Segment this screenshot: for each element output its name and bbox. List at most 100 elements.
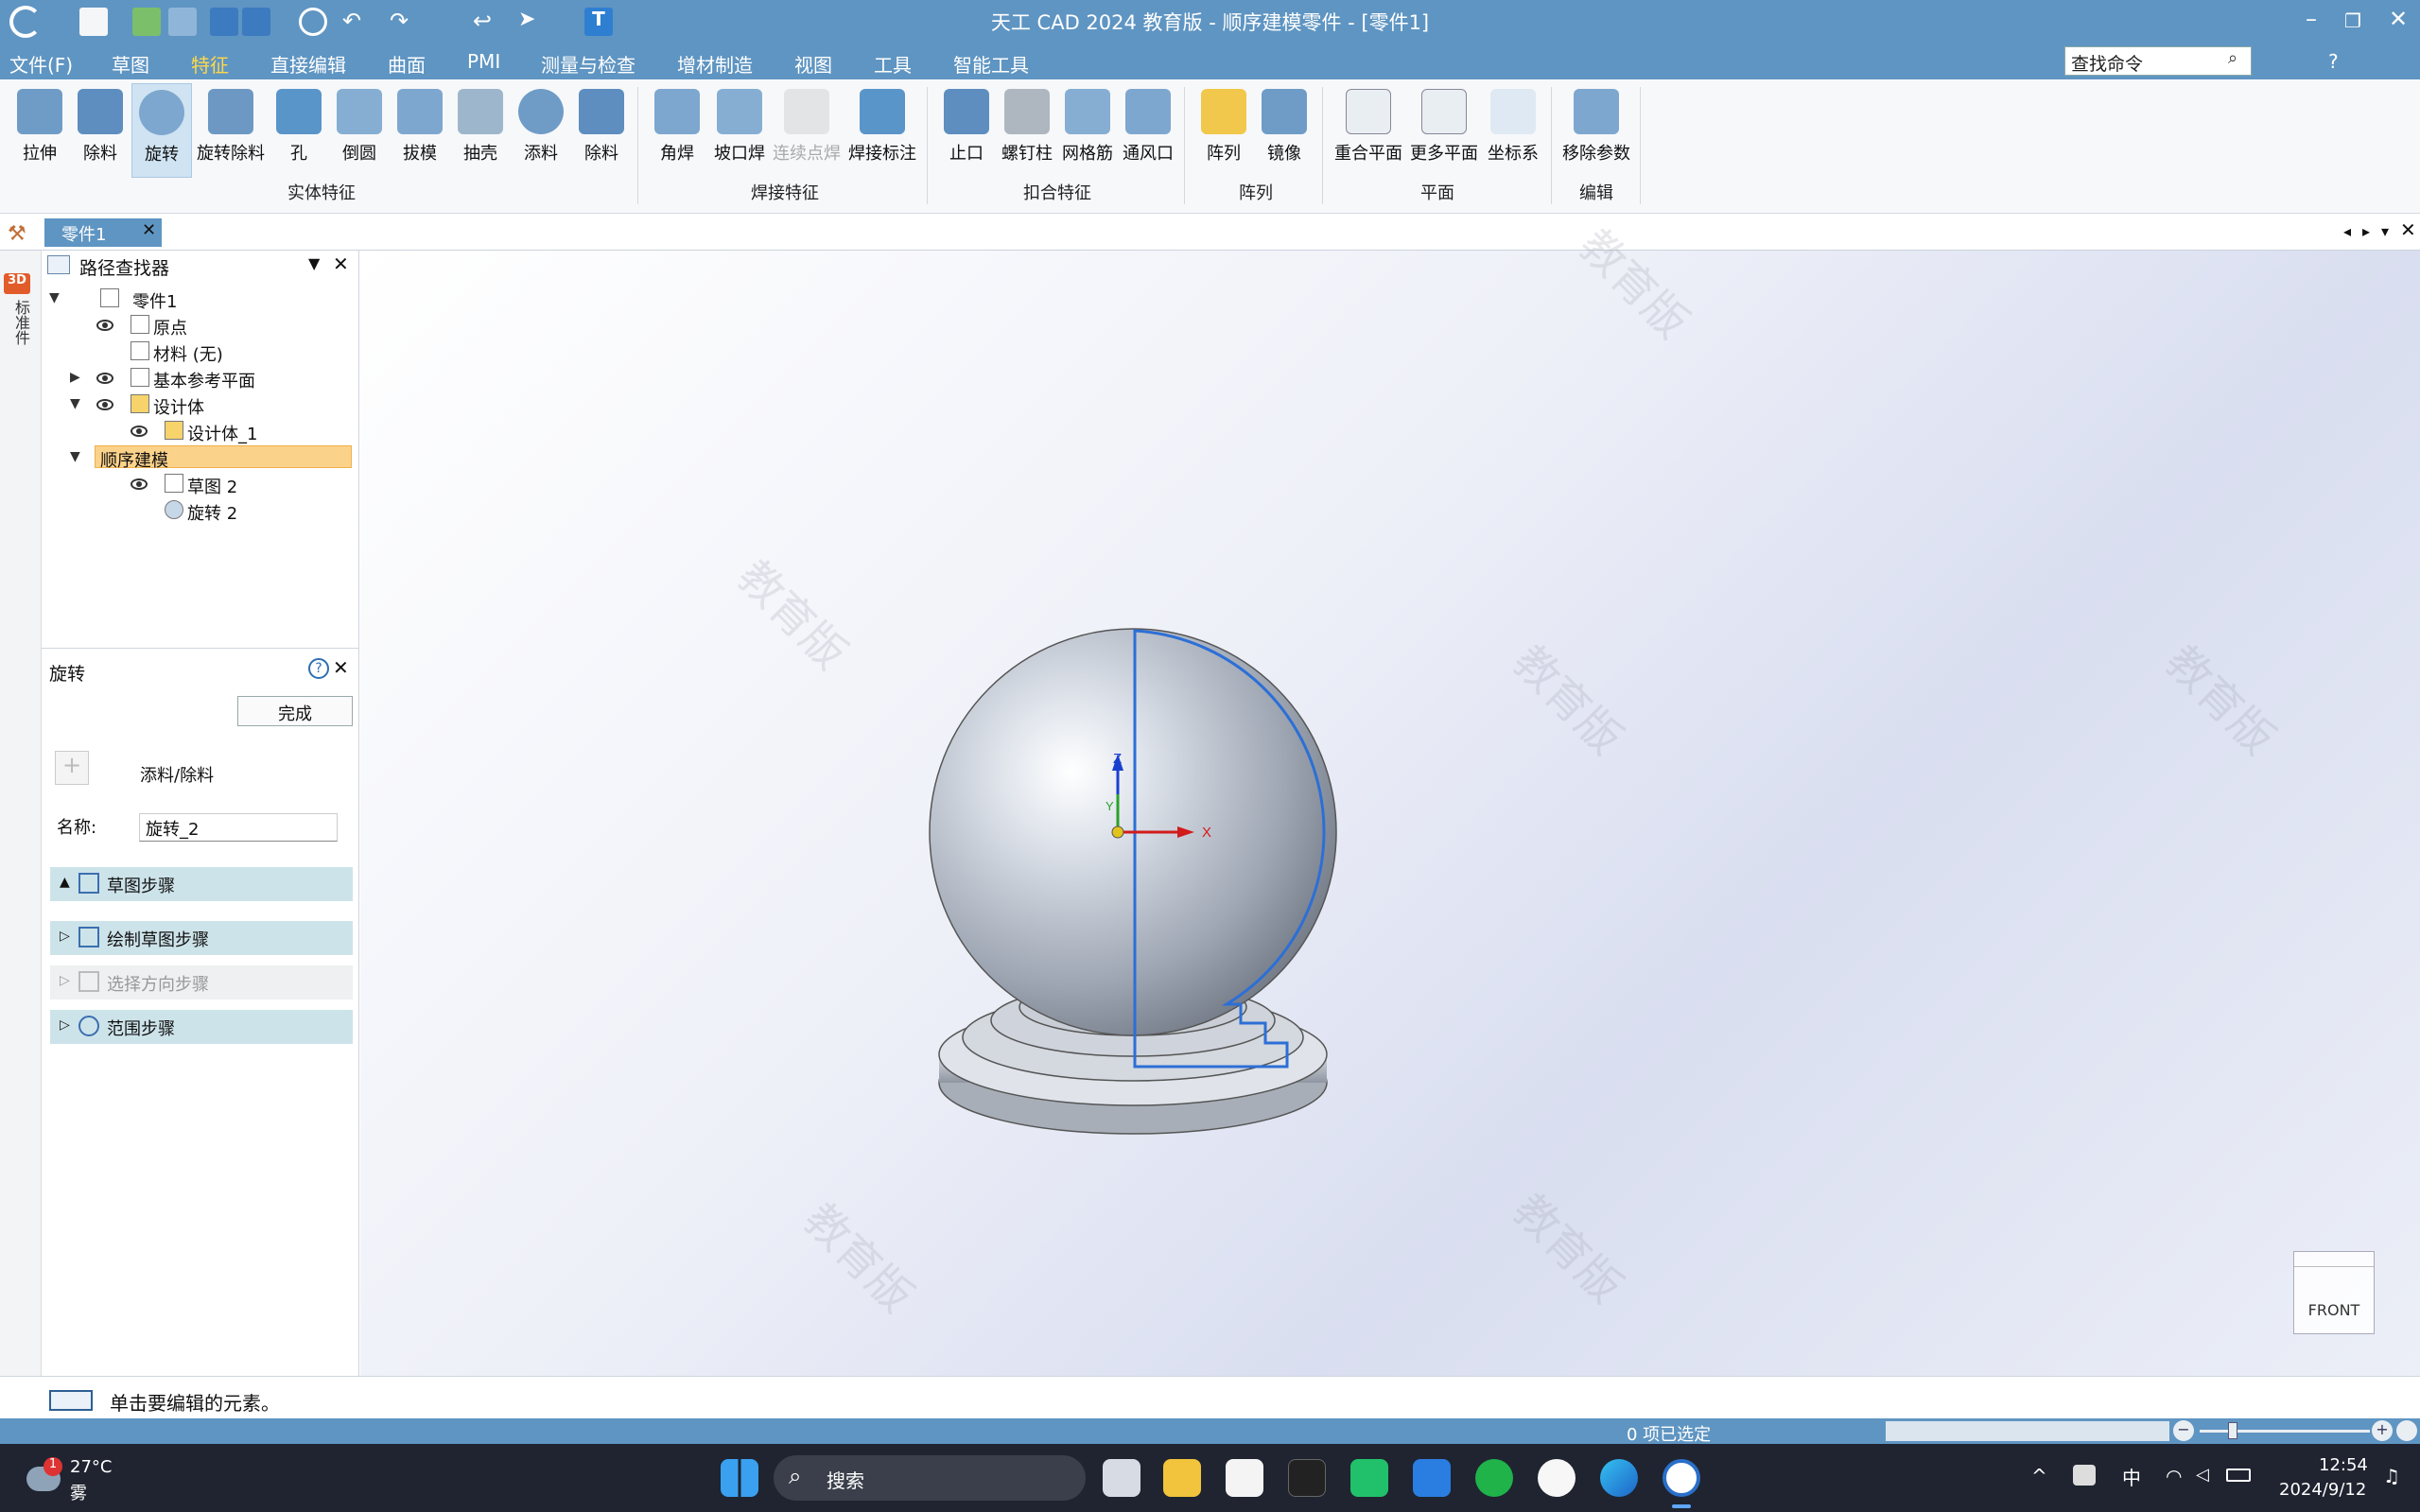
more-planes-button[interactable]: 更多平面: [1407, 83, 1481, 178]
battery-icon[interactable]: [2226, 1469, 2251, 1482]
app-green-icon[interactable]: [1350, 1459, 1388, 1497]
hole-button[interactable]: 孔: [269, 83, 329, 178]
step-sketch[interactable]: ▲ 草图步骤: [50, 867, 353, 901]
coordinate-system-button[interactable]: 坐标系: [1483, 83, 1543, 178]
menu-features[interactable]: 特征: [191, 50, 229, 78]
step-extent[interactable]: ▷ 范围步骤: [50, 1010, 353, 1044]
eye-icon[interactable]: [131, 426, 148, 437]
finish-button[interactable]: 完成: [237, 696, 353, 726]
menu-measure-inspect[interactable]: 测量与检查: [541, 50, 635, 78]
menu-direct-edit[interactable]: 直接编辑: [270, 50, 346, 78]
tab-nav-right-icon[interactable]: ▸: [2362, 222, 2370, 240]
tree-node-revolve2[interactable]: 旋转 2: [49, 498, 352, 524]
volume-icon[interactable]: ◁: [2196, 1465, 2209, 1485]
eye-icon[interactable]: [96, 399, 113, 410]
file-explorer-icon[interactable]: [1163, 1459, 1201, 1497]
close-panel-icon[interactable]: ✕: [333, 252, 349, 275]
edge-icon[interactable]: [1600, 1459, 1638, 1497]
weld-annotation-button[interactable]: 焊接标注: [845, 83, 919, 178]
add-remove-toggle-icon[interactable]: +: [55, 751, 89, 785]
remove-parameters-button[interactable]: 移除参数: [1558, 83, 1634, 178]
minimize-button[interactable]: –: [2292, 6, 2330, 32]
tray-chevron-icon[interactable]: ^: [2031, 1465, 2047, 1487]
fit-icon[interactable]: [2396, 1420, 2417, 1441]
start-windows-icon[interactable]: [721, 1459, 758, 1497]
ime-indicator[interactable]: 中: [2122, 1463, 2141, 1490]
tree-node-ordered-modeling[interactable]: ▼ 顺序建模: [49, 445, 352, 471]
model-render[interactable]: Z Y X: [360, 251, 2420, 1376]
search-icon[interactable]: ⌕: [2228, 48, 2249, 69]
tray-network-alert-icon[interactable]: [2073, 1465, 2096, 1486]
zoom-slider[interactable]: [2200, 1430, 2370, 1433]
menu-view[interactable]: 视图: [794, 50, 832, 78]
store-icon[interactable]: [1226, 1459, 1263, 1497]
close-tab-icon[interactable]: ✕: [142, 220, 156, 240]
menu-sketch[interactable]: 草图: [112, 50, 149, 78]
cut-button[interactable]: 除料: [70, 83, 131, 178]
mirror-button[interactable]: 镜像: [1254, 83, 1314, 178]
notification-bell-icon[interactable]: ♫: [2383, 1465, 2400, 1487]
remove-material-button[interactable]: 除料: [571, 83, 632, 178]
panel-menu-icon[interactable]: ▼: [308, 254, 320, 272]
groove-weld-button[interactable]: 坡口焊: [707, 83, 772, 178]
app-black-icon[interactable]: [1288, 1459, 1326, 1497]
weather-widget[interactable]: 1 27°C 雾: [23, 1457, 127, 1503]
eye-icon[interactable]: [96, 320, 113, 331]
screw-boss-button[interactable]: 螺钉柱: [997, 83, 1057, 178]
task-view-icon[interactable]: [1103, 1459, 1140, 1497]
close-button[interactable]: ✕: [2379, 6, 2417, 32]
collapse-icon[interactable]: ▼: [49, 290, 60, 305]
menu-tools[interactable]: 工具: [874, 50, 912, 78]
taskbar-search[interactable]: ⌕ 搜索: [774, 1455, 1086, 1501]
step-select-direction[interactable]: ▷ 选择方向步骤: [50, 965, 353, 999]
wechat-icon[interactable]: [1475, 1459, 1513, 1497]
collapse-icon[interactable]: ▼: [70, 449, 80, 464]
revolve-button[interactable]: 旋转: [131, 83, 192, 178]
coincident-plane-button[interactable]: 重合平面: [1332, 83, 1405, 178]
stitch-weld-button[interactable]: 连续点焊: [770, 83, 844, 178]
zoom-out-icon[interactable]: −: [2173, 1420, 2194, 1441]
vent-button[interactable]: 通风口: [1118, 83, 1178, 178]
name-input[interactable]: 旋转_2: [139, 813, 338, 842]
zoom-in-icon[interactable]: +: [2372, 1420, 2393, 1441]
zoom-slider-handle[interactable]: [2228, 1422, 2237, 1439]
view-cube[interactable]: FRONT: [2293, 1251, 2375, 1334]
menu-smart-tools[interactable]: 智能工具: [953, 50, 1029, 78]
fillet-weld-button[interactable]: 角焊: [647, 83, 707, 178]
lip-button[interactable]: 止口: [936, 83, 997, 178]
3d-viewport[interactable]: 教育版 教育版 教育版 教育版 教育版 教育版 Z Y X FRONT: [360, 219, 2420, 1376]
add-material-button[interactable]: 添料: [511, 83, 571, 178]
tiangong-cad-taskbar-icon[interactable]: [1663, 1459, 1700, 1497]
tree-node-part1[interactable]: ▼ 零件1: [49, 287, 352, 312]
round-button[interactable]: 倒圆: [329, 83, 390, 178]
draft-button[interactable]: 拔模: [390, 83, 450, 178]
tree-node-design-body[interactable]: ▼ 设计体: [49, 392, 352, 418]
help-circle-icon[interactable]: ?: [308, 658, 329, 679]
tree-node-sketch2[interactable]: 草图 2: [49, 472, 352, 497]
tree-node-origin[interactable]: 原点: [49, 313, 352, 339]
menu-pmi[interactable]: PMI: [467, 50, 500, 73]
menu-surface[interactable]: 曲面: [388, 50, 426, 78]
qq-icon[interactable]: [1538, 1459, 1576, 1497]
revolve-cut-button[interactable]: 旋转除料: [195, 83, 267, 178]
wifi-icon[interactable]: ◠: [2166, 1465, 2182, 1487]
close-panel-icon[interactable]: ✕: [333, 656, 349, 679]
tree-node-base-planes[interactable]: ▶ 基本参考平面: [49, 366, 352, 391]
eye-icon[interactable]: [131, 478, 148, 490]
expand-icon[interactable]: ▶: [70, 370, 80, 385]
tab-list-icon[interactable]: ▾: [2381, 222, 2389, 240]
web-network-button[interactable]: 网格筋: [1057, 83, 1118, 178]
prompt-bar-icon[interactable]: [49, 1390, 93, 1411]
help-icon[interactable]: ?: [2328, 50, 2339, 73]
clock-date[interactable]: 2024/9/12: [2279, 1480, 2366, 1500]
eye-icon[interactable]: [96, 373, 113, 384]
tree-node-design-body-1[interactable]: 设计体_1: [49, 419, 352, 444]
extrude-button[interactable]: 拉伸: [9, 83, 70, 178]
view-tools[interactable]: [1886, 1421, 2169, 1441]
close-all-icon[interactable]: ✕: [2400, 218, 2416, 241]
tab-nav-left-icon[interactable]: ◂: [2343, 222, 2351, 240]
command-search-input[interactable]: 查找命令: [2064, 46, 2252, 76]
standard-parts-tab[interactable]: 3D 标准件: [4, 273, 32, 358]
tree-node-material[interactable]: 材料 (无): [49, 339, 352, 365]
shell-button[interactable]: 抽壳: [450, 83, 511, 178]
